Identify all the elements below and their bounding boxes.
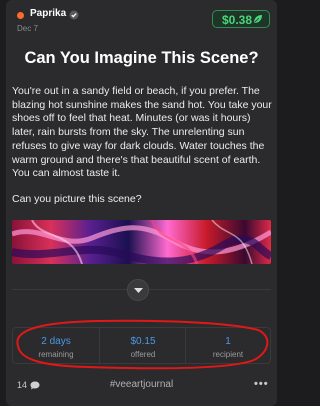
expand-toggle-button[interactable] [127, 279, 149, 301]
chevron-down-icon [134, 288, 143, 293]
post-question: Can you picture this scene? [12, 192, 142, 205]
post-paragraph: You're out in a sandy field or beach, if… [12, 85, 272, 180]
more-dots-icon[interactable]: ••• [254, 378, 269, 390]
avatar[interactable] [17, 12, 24, 19]
hashtag-link[interactable]: #veeartjournal [6, 379, 277, 390]
abstract-art-image[interactable] [12, 220, 271, 264]
post-body: You're out in a sandy field or beach, if… [12, 85, 274, 207]
post-date: Dec 7 [17, 24, 38, 33]
verified-check-icon [69, 10, 79, 20]
price-value: $0.38 [222, 13, 253, 27]
post-card: Paprika Dec 7 $0.38 Can You Imagine This… [6, 0, 277, 406]
leaf-icon [254, 15, 262, 23]
post-title[interactable]: Can You Imagine This Scene? [6, 49, 277, 68]
red-annotation-ellipse [16, 319, 269, 370]
author-name[interactable]: Paprika [30, 8, 66, 19]
price-badge[interactable]: $0.38 [212, 10, 270, 28]
